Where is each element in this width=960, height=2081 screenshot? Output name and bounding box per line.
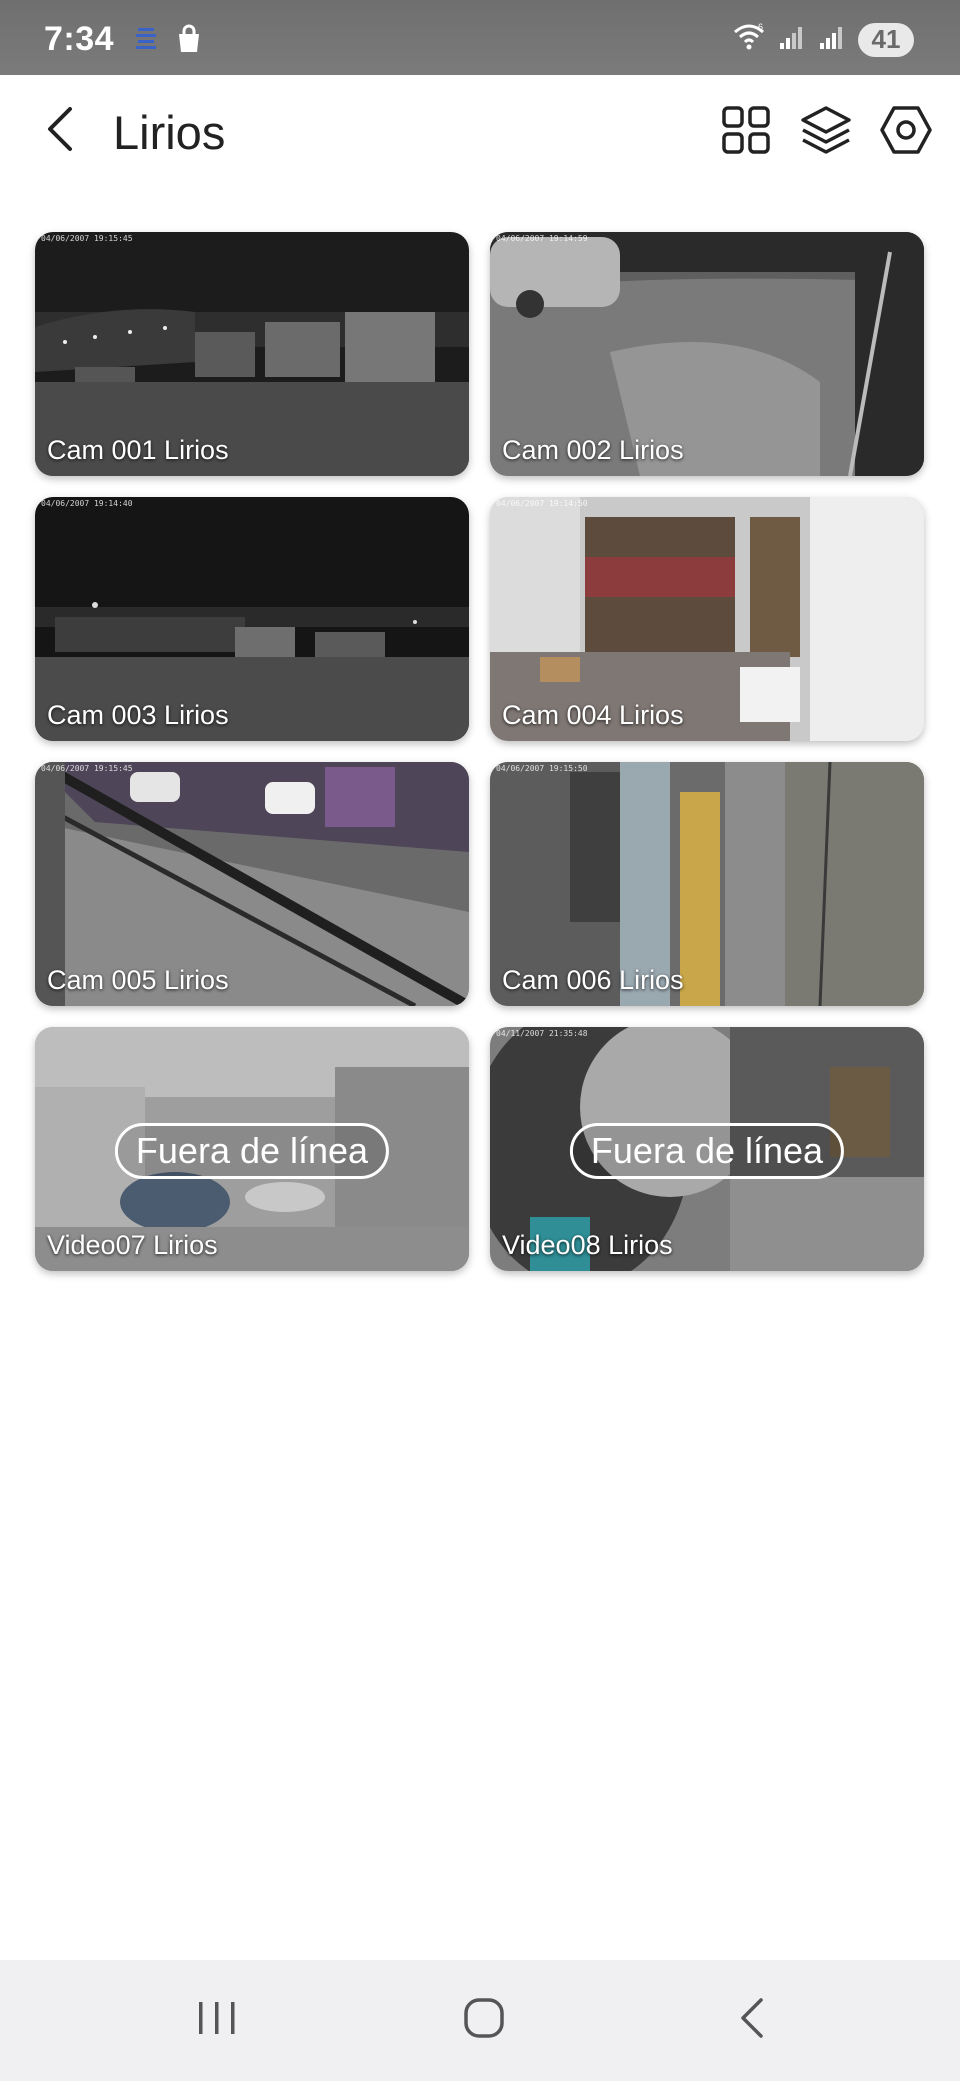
cell-signal-icon [818,23,846,56]
home-button[interactable] [449,1990,519,2050]
camera-tile[interactable]: 04/06/2007 19:15:45 Cam 001 Lirios [35,232,469,476]
grid-view-button[interactable] [715,101,777,163]
status-notification-icons [132,24,204,59]
camera-tile[interactable]: 04/06/2007 19:14:59 Cam 002 Lirios [490,232,924,476]
app-header: Lirios [0,75,960,190]
system-back-button[interactable] [718,1990,788,2050]
camera-tile-offline[interactable]: Fuera de línea Video07 Lirios [35,1027,469,1271]
page-title: Lirios [113,106,226,159]
home-icon [462,1996,506,2045]
camera-label: Cam 004 Lirios [502,700,684,730]
camera-label: Cam 006 Lirios [502,965,684,995]
settings-button[interactable] [875,101,937,163]
camera-timestamp: 04/06/2007 19:14:50 [496,499,588,508]
signal-app-icon [132,24,160,59]
camera-timestamp: 04/06/2007 19:14:59 [496,234,588,243]
camera-tile-offline[interactable]: 04/11/2007 21:35:48 Fuera de línea Video… [490,1027,924,1271]
camera-timestamp: 04/06/2007 19:15:45 [41,234,133,243]
status-right-icons: 6 41 [732,22,914,57]
camera-timestamp: 04/06/2007 19:15:50 [496,764,588,773]
svg-text:6: 6 [758,22,763,32]
camera-label: Cam 001 Lirios [47,435,229,465]
camera-label: Cam 005 Lirios [47,965,229,995]
camera-grid: 04/06/2007 19:15:45 Cam 001 Lirios 04/06… [35,232,925,1271]
camera-label: Cam 003 Lirios [47,700,229,730]
back-button[interactable] [30,101,90,161]
layers-button[interactable] [795,101,857,163]
battery-indicator: 41 [858,22,914,57]
shopping-bag-icon [174,24,204,59]
camera-timestamp: 04/11/2007 21:35:48 [496,1029,588,1038]
camera-tile[interactable]: 04/06/2007 19:14:50 Cam 004 Lirios [490,497,924,741]
camera-tile[interactable]: 04/06/2007 19:15:50 Cam 006 Lirios [490,762,924,1006]
grid-view-icon [721,105,771,160]
status-bar: 7:34 6 41 [0,0,960,75]
settings-hex-icon [879,103,933,162]
recent-apps-button[interactable] [182,1990,252,2050]
status-time: 7:34 [44,20,115,58]
back-arrow-icon [42,105,78,158]
wifi-icon: 6 [732,22,766,57]
camera-tile[interactable]: 04/06/2007 19:15:45 Cam 005 Lirios [35,762,469,1006]
back-icon [735,1996,771,2045]
camera-timestamp: 04/06/2007 19:14:40 [41,499,133,508]
layers-icon [799,104,853,161]
camera-label: Video08 Lirios [502,1230,673,1260]
system-nav-bar [0,1960,960,2081]
offline-badge: Fuera de línea [114,1123,390,1179]
camera-tile[interactable]: 04/06/2007 19:14:40 Cam 003 Lirios [35,497,469,741]
camera-label: Video07 Lirios [47,1230,218,1260]
offline-badge: Fuera de línea [569,1123,845,1179]
cell-signal-icon [778,23,806,56]
camera-label: Cam 002 Lirios [502,435,684,465]
recent-apps-icon [195,1998,239,2043]
camera-timestamp: 04/06/2007 19:15:45 [41,764,133,773]
